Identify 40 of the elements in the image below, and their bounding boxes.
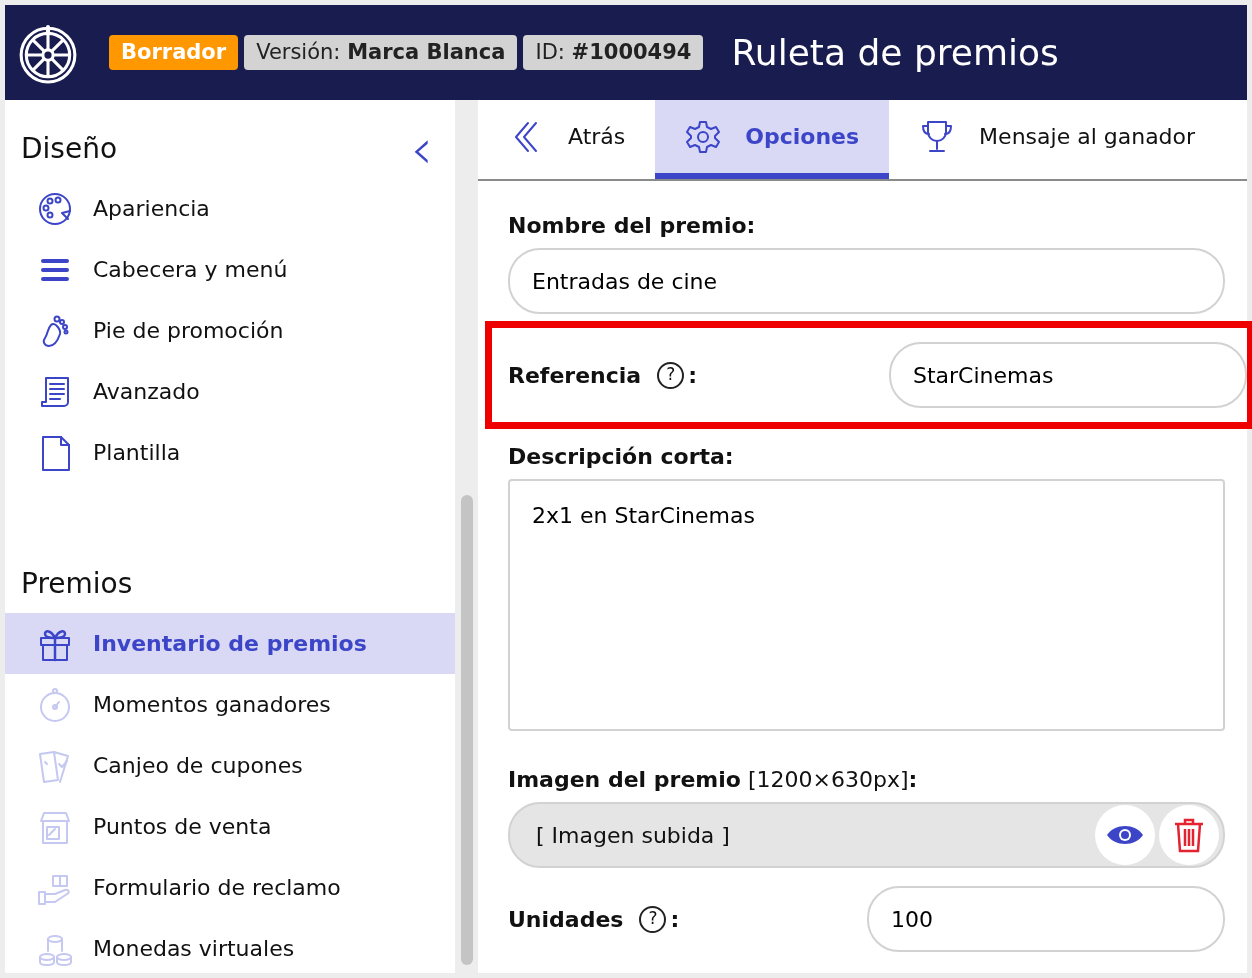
tab[interactable]: Opciones [655, 100, 890, 179]
sidebar-item[interactable]: Canjeo de cupones [5, 735, 455, 796]
app-title: Ruleta de premios [731, 30, 1059, 75]
help-icon[interactable]: ? [639, 905, 667, 933]
section-title: Premios [20, 566, 134, 602]
help-icon[interactable]: ? [657, 361, 685, 389]
scrollbar-thumb[interactable] [460, 495, 473, 965]
textarea-field[interactable]: 2x1 en StarCinemas [508, 479, 1225, 731]
sidebar-item[interactable]: Monedas virtuales [5, 918, 455, 973]
label-colon: : [688, 361, 698, 390]
field-label: Referencia [508, 361, 642, 390]
tab[interactable]: Atrás [478, 100, 656, 179]
section-title: Diseño [20, 131, 119, 167]
eye-icon [1105, 823, 1145, 847]
sidebar-item[interactable]: Formulario de reclamo [5, 857, 455, 918]
version-badge: Versión: Marca Blanca [244, 34, 518, 71]
tab[interactable]: Mensaje al ganador [889, 100, 1226, 179]
text-field[interactable]: 100 [867, 886, 1225, 952]
sidebar-item[interactable]: Pie de promoción [5, 300, 455, 361]
collapse-button[interactable]: ‹ [410, 129, 433, 169]
uploaded-image-field: [ Imagen subida ] [536, 818, 730, 852]
text-field[interactable]: Entradas de cine [508, 248, 1225, 314]
sidebar-item[interactable]: Avanzado [5, 361, 455, 422]
delete-button[interactable] [1159, 805, 1219, 865]
field-label: Nombre del premio: [508, 212, 757, 240]
sidebar-item[interactable]: Apariencia [5, 178, 455, 239]
trash-icon [1173, 817, 1205, 853]
id-badge: ID: #1000494 [523, 34, 704, 71]
text-field[interactable]: StarCinemas [889, 342, 1247, 408]
field-label: Unidades [508, 905, 624, 934]
sidebar-item[interactable]: Puntos de venta [5, 796, 455, 857]
sidebar-item[interactable]: Cabecera y menú [5, 239, 455, 300]
field-label: Descripción corta: [508, 443, 735, 471]
status-badge: Borrador [109, 34, 239, 71]
sidebar-item[interactable]: Inventario de premios [5, 613, 455, 674]
sidebar-item[interactable]: Momentos ganadores [5, 674, 455, 735]
settings-icon [685, 118, 722, 155]
field-label: Imagen del premio [1200×630px]: [508, 766, 919, 794]
label-colon: : [670, 905, 680, 934]
sidebar-item[interactable]: Plantilla [5, 422, 455, 483]
